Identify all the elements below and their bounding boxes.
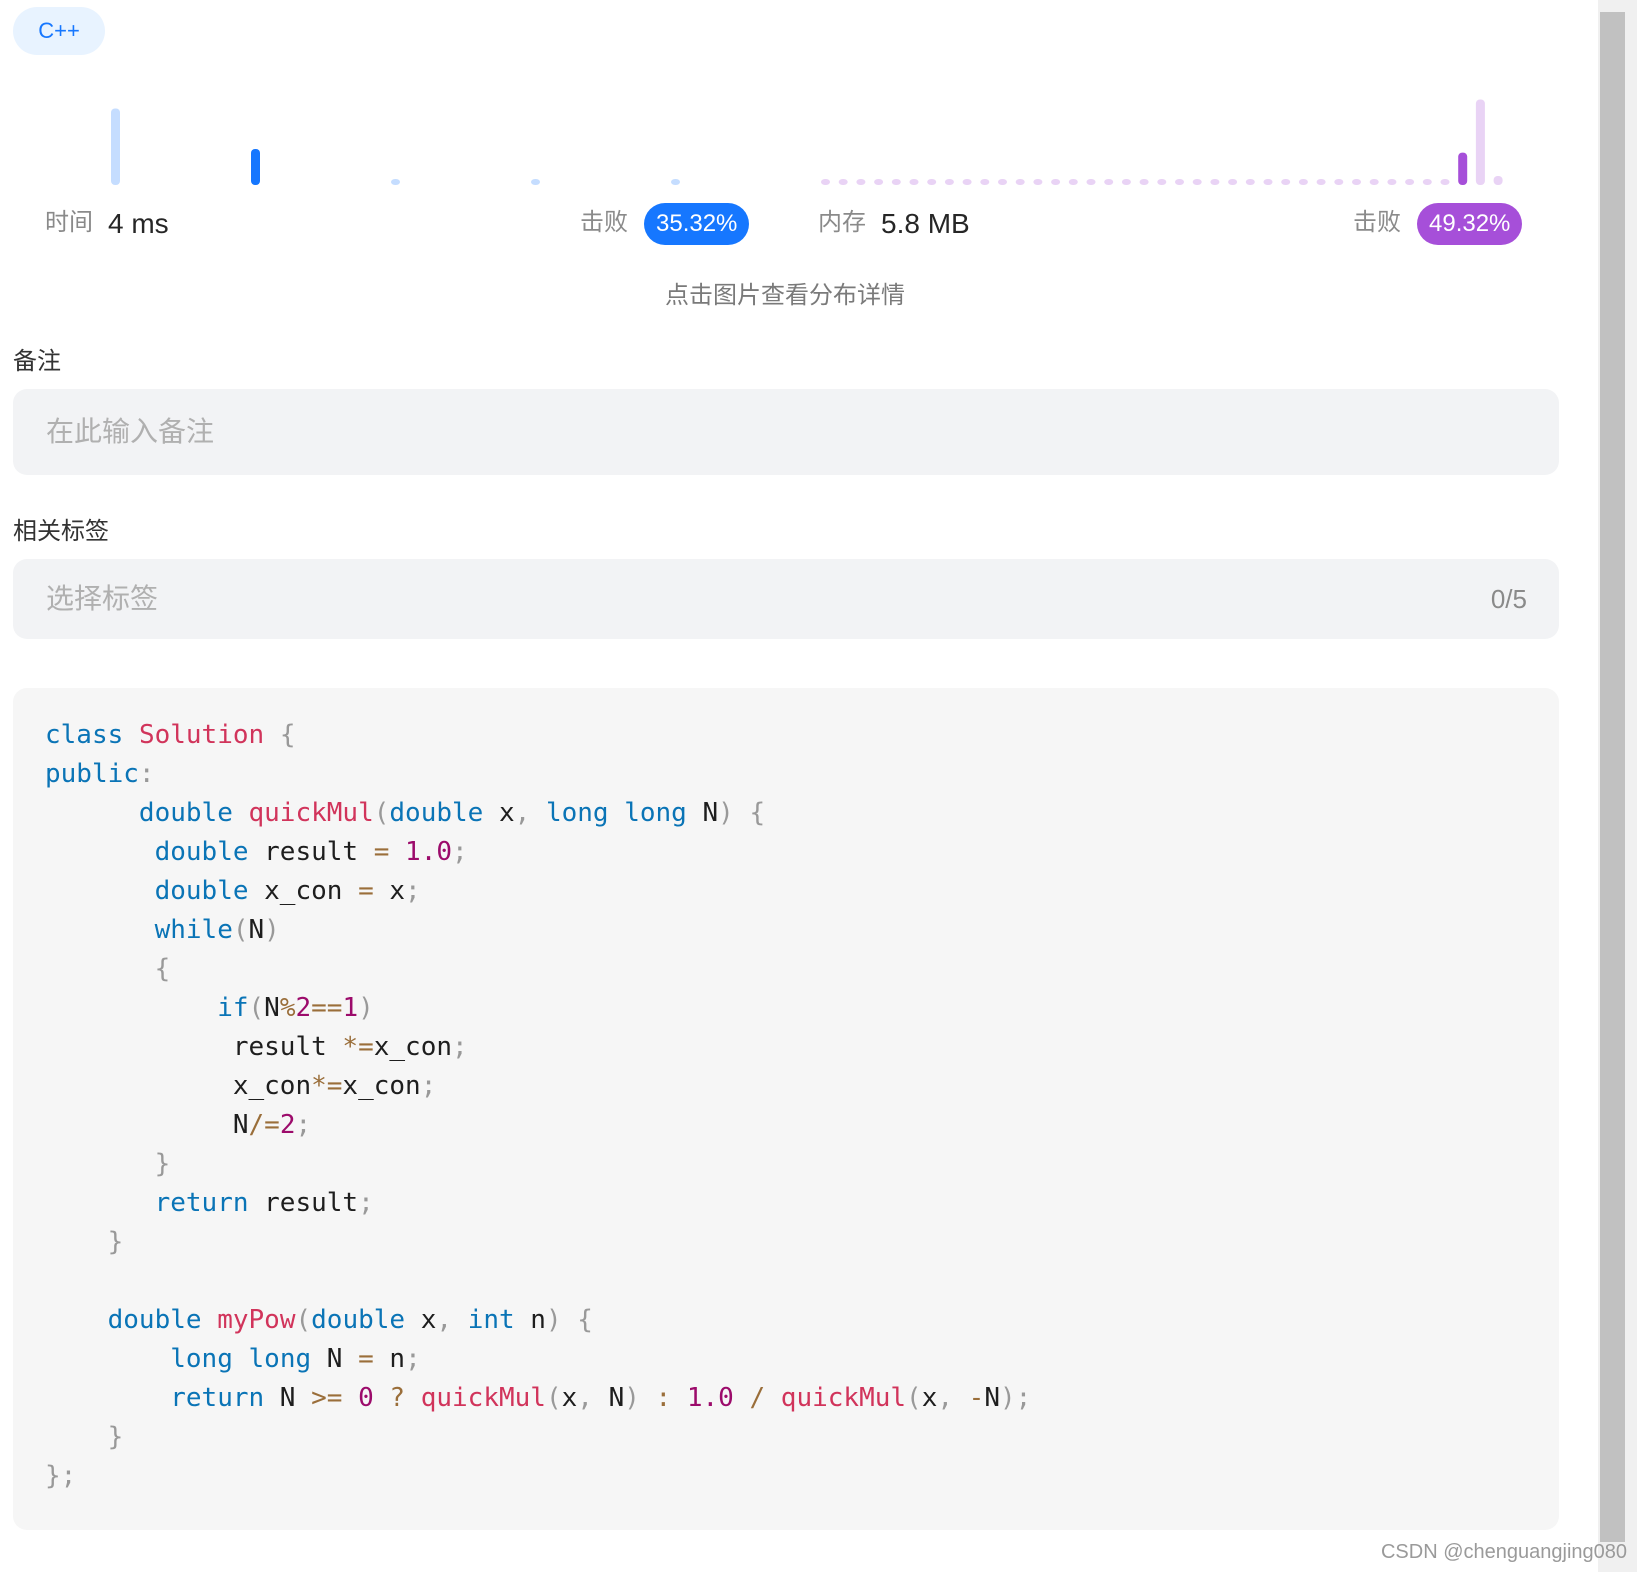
code-line: } xyxy=(107,1227,124,1257)
distribution-bar xyxy=(856,179,866,185)
distribution-bar xyxy=(909,179,919,185)
distribution-bar xyxy=(1245,179,1255,185)
distribution-bar xyxy=(980,179,990,185)
distribution-bar xyxy=(891,179,901,185)
language-badge[interactable]: C++ xyxy=(13,7,105,55)
distribution-bar xyxy=(1121,179,1131,185)
distribution-bar xyxy=(531,179,540,185)
distribution-bar xyxy=(1228,179,1238,185)
code-line: return N >= 0 ? quickMul(x, N) : 1.0 / q… xyxy=(170,1383,1032,1413)
distribution-bar xyxy=(1263,179,1273,185)
distribution-bar xyxy=(1369,179,1379,185)
tags-field-container: 0/5 xyxy=(13,559,1559,639)
distribution-chart[interactable] xyxy=(0,85,1600,195)
distribution-bar xyxy=(962,179,972,185)
distribution-bar xyxy=(1051,179,1061,185)
notes-input[interactable] xyxy=(13,389,1559,475)
code-line: double myPow(double x, int n) { xyxy=(107,1305,593,1335)
distribution-bar xyxy=(671,179,680,185)
runtime-beat-percent: 35.32% xyxy=(644,203,750,245)
code-line: { xyxy=(154,954,171,984)
chart-hint: 点击图片查看分布详情 xyxy=(665,282,905,309)
distribution-bar xyxy=(1210,179,1220,185)
distribution-bar xyxy=(1015,179,1025,185)
distribution-bar xyxy=(1387,179,1397,185)
code-line: while(N) xyxy=(154,915,280,945)
distribution-bar xyxy=(838,179,848,185)
scrollbar-track[interactable] xyxy=(1598,0,1637,1572)
code-line: if(N%2==1) xyxy=(217,993,374,1023)
distribution-bar xyxy=(1422,179,1432,185)
distribution-bar xyxy=(1281,179,1291,185)
watermark: CSDN @chenguangjing080 xyxy=(1380,1541,1627,1563)
distribution-bar xyxy=(391,179,400,185)
submission-detail-page: C++ 时间 4 ms 击败 35.32% 内存 5.8 MB 击败 49.32… xyxy=(0,0,1637,1572)
code-line: double result = 1.0; xyxy=(154,837,468,867)
memory-beat-label: 击败 xyxy=(1353,209,1401,236)
distribution-bar xyxy=(1352,179,1361,185)
code-line: double x_con = x; xyxy=(154,876,421,906)
tags-label: 相关标签 xyxy=(13,518,109,545)
notes-label: 备注 xyxy=(13,348,61,375)
distribution-bar xyxy=(874,179,884,185)
runtime-beat-label: 击败 xyxy=(580,209,628,236)
code-line: class Solution { xyxy=(45,720,296,750)
code-line: result *=x_con; xyxy=(45,1032,468,1062)
runtime-value: 4 ms xyxy=(108,208,169,239)
tags-counter: 0/5 xyxy=(1490,584,1527,614)
distribution-bar xyxy=(1033,179,1043,185)
code-line: } xyxy=(154,1149,171,1179)
memory-beat-percent: 49.32% xyxy=(1417,203,1523,245)
memory-label: 内存 xyxy=(818,209,866,236)
distribution-bar xyxy=(1440,179,1450,185)
distribution-bar xyxy=(927,179,937,185)
distribution-bar xyxy=(1086,179,1096,185)
distribution-bar xyxy=(1475,99,1485,185)
code-line: double quickMul(double x, long long N) { xyxy=(138,798,766,828)
notes-field-container xyxy=(13,389,1559,475)
distribution-bar xyxy=(1458,152,1468,185)
distribution-bar xyxy=(1157,179,1167,185)
distribution-bar xyxy=(1192,179,1202,185)
distribution-bar xyxy=(1334,179,1344,185)
scrollbar-thumb[interactable] xyxy=(1600,12,1625,1542)
distribution-bar xyxy=(944,179,954,185)
distribution-bar xyxy=(998,179,1007,185)
code-line: N/=2; xyxy=(45,1110,312,1140)
distribution-bar xyxy=(1493,176,1503,185)
distribution-bar xyxy=(821,179,830,185)
distribution-bar xyxy=(1316,179,1326,185)
distribution-bar xyxy=(1405,179,1415,185)
code-line: } xyxy=(107,1422,124,1452)
code-line: x_con*=x_con; xyxy=(45,1071,437,1101)
runtime-label: 时间 xyxy=(45,209,93,236)
code-line: }; xyxy=(45,1461,77,1491)
tags-select-input[interactable] xyxy=(13,559,1559,639)
code-line: long long N = n; xyxy=(170,1344,421,1374)
distribution-bar xyxy=(251,149,260,185)
distribution-bar xyxy=(1104,179,1114,185)
memory-value: 5.8 MB xyxy=(881,208,970,239)
distribution-bar xyxy=(1175,179,1184,185)
distribution-bar xyxy=(1298,179,1308,185)
distribution-bar xyxy=(111,108,120,185)
code-block[interactable]: class Solution { public: double quickMul(… xyxy=(13,688,1559,1530)
distribution-bar xyxy=(1139,179,1149,185)
code-line: return result; xyxy=(154,1188,374,1218)
code-line: public: xyxy=(45,759,155,789)
distribution-bar xyxy=(1068,179,1078,185)
